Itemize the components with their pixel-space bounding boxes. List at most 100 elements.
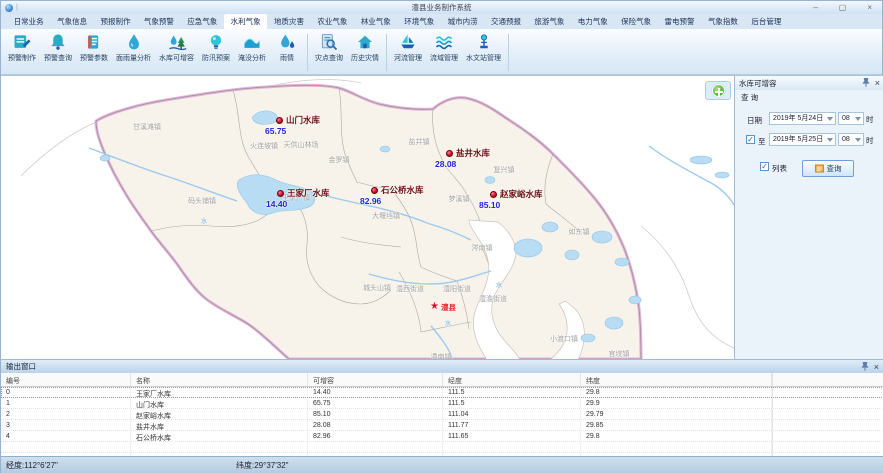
date-from-dropdown[interactable]: 2019年 5月24日 [769,112,836,125]
map-zoom-button[interactable] [705,81,731,100]
toolbar-item-flood-control-plan[interactable]: 防汛预案 [198,31,234,74]
to-date-checkbox[interactable]: ✓ [746,135,755,144]
toolbar-item-basin-management[interactable]: 流域管理 [426,31,462,74]
tab-tourism-weather[interactable]: 旅游气象 [528,14,571,29]
town-label: 火连坡镇 [250,141,278,151]
rain-icon [277,32,297,52]
tab-weather-warning[interactable]: 气象预警 [137,14,180,29]
pin-icon[interactable] [862,77,870,89]
table-cell-empty [308,442,443,452]
reservoir-marker-zhaojiayu[interactable] [490,191,497,198]
hour-from-dropdown[interactable]: 08 [838,112,864,125]
town-label: 小渡口镇 [550,334,578,344]
reservoir-name: 石公桥水库 [381,184,424,196]
tab-insurance-weather[interactable]: 保险气象 [614,14,657,29]
tab-emergency-weather[interactable]: 应急气象 [181,14,224,29]
table-cell: 盐井水库 [131,420,308,430]
toolbar-item-warning-production[interactable]: 预警制作 [4,31,40,74]
tab-weather-info[interactable]: 气象信息 [50,14,93,29]
table-row-filler [772,431,883,441]
reservoir-capacity-value: 82.96 [360,196,381,206]
zoom-plus-icon [712,84,725,97]
column-header-4[interactable]: 纬度 [581,373,772,386]
tab-urban-waterlogging[interactable]: 城市内涝 [441,14,484,29]
tab-water-conservancy-weather[interactable]: 水利气象 [224,14,267,29]
reservoir-capacity-value: 65.75 [265,126,286,136]
hour-to-dropdown[interactable]: 08 [838,133,864,146]
river-name-label: 水 [496,279,503,289]
output-title: 输出窗口 [6,361,861,372]
column-header-3[interactable]: 经度 [443,373,581,386]
search-document-icon [319,32,339,52]
column-header-2[interactable]: 可增容 [308,373,443,386]
reservoir-marker-shigongqiao[interactable] [371,187,378,194]
toolbar-item-inundation-analysis[interactable]: 淹没分析 [234,31,270,74]
toolbar-item-label: 预警参数 [80,53,108,63]
town-label: 澧西街道 [396,284,424,294]
close-icon[interactable]: × [874,362,879,372]
river-name-label: 水 [445,317,452,327]
tab-environment-weather[interactable]: 环境气象 [398,14,441,29]
date-from-value: 2019年 5月24日 [773,115,823,122]
tab-agriculture-weather[interactable]: 农业气象 [311,14,354,29]
tab-daily-business[interactable]: 日常业务 [7,14,50,29]
table-cell: 29.85 [581,420,772,430]
tab-forestry-weather[interactable]: 林业气象 [354,14,397,29]
reservoir-marker-wangjiachang[interactable] [277,190,284,197]
table-row[interactable]: 0王家厂水库14.40111.529.8 [1,387,883,398]
toolbar-item-areal-rainfall-analysis[interactable]: 面雨量分析 [112,31,155,74]
tab-geological-hazard[interactable]: 地质灾害 [267,14,310,29]
table-cell: 3 [1,420,131,430]
table-cell: 111.5 [443,398,581,408]
table-cell: 赵家峪水库 [131,409,308,419]
tab-lightning-warning[interactable]: 雷电预警 [658,14,701,29]
minimize-button[interactable]: – [813,1,817,14]
status-latitude: 纬度:29°37'32" [236,460,288,471]
town-label: 梦溪镇 [449,194,470,204]
table-header-row: 编号名称可增容经度纬度 [1,373,883,387]
table-cell-empty [581,442,772,452]
table-row[interactable]: 2赵家峪水库85.10111.0429.79 [1,409,883,420]
river-name-label: 水 [201,215,208,225]
column-header-1[interactable]: 名称 [131,373,308,386]
reservoir-marker-shanmen[interactable] [276,117,283,124]
maximize-button[interactable]: ▢ [839,1,847,14]
tab-forecast-production[interactable]: 预报制作 [94,14,137,29]
toolbar-item-disaster-point-query[interactable]: 灾点查询 [311,31,347,74]
toolbar-item-warning-params[interactable]: 预警参数 [76,31,112,74]
hour-from-value: 08 [842,115,850,122]
close-icon[interactable]: × [875,78,880,88]
tab-backend-management[interactable]: 后台管理 [745,14,788,29]
reservoir-name: 盐井水库 [456,147,490,159]
toolbar-item-rain-condition[interactable]: 雨情 [270,31,304,74]
town-label: 盐井镇 [409,137,430,147]
reservoir-name: 王家厂水库 [287,187,330,199]
toolbar-item-label: 预警制作 [8,53,36,63]
date-to-dropdown[interactable]: 2019年 5月25日 [769,133,836,146]
reservoir-marker-yanjing[interactable] [446,150,453,157]
map-canvas[interactable]: 甘溪滩镇火连坡镇天供山林场金罗镇盐井镇码头铺镇王家厂镇大堰垱镇复兴镇梦溪镇涔南镇… [1,75,734,359]
wave-icon [242,32,262,52]
table-row[interactable]: 3盐井水库28.08111.7729.85 [1,420,883,431]
toolbar-item-warning-query[interactable]: 预警查询 [40,31,76,74]
toolbar-item-reservoir-capacity[interactable]: 水库可增容 [155,31,198,74]
toolbar-item-disaster-history[interactable]: 历史灾情 [347,31,383,74]
table-row[interactable]: 1山门水库65.75111.529.9 [1,398,883,409]
pin-icon[interactable] [861,361,869,373]
reservoir-capacity-panel: 水库可增容 × 查 询 日期 2019年 5月24日 08 时 ✓ 至 2019… [734,75,883,359]
tab-weather-index[interactable]: 气象指数 [701,14,744,29]
table-row-filler [772,387,883,397]
toolbar-item-river-management[interactable]: 河流管理 [390,31,426,74]
town-label: 澧阳街道 [443,284,471,294]
table-row[interactable]: 4石公桥水库82.96111.6529.8 [1,431,883,442]
town-label: 码头铺镇 [188,196,216,206]
list-checkbox[interactable]: ✓ [760,162,769,171]
reservoir-capacity-value: 85.10 [479,200,500,210]
table-cell: 29.79 [581,409,772,419]
toolbar-item-hydrostation-management[interactable]: 水文站管理 [462,31,505,74]
close-button[interactable]: × [867,1,872,14]
column-header-0[interactable]: 编号 [1,373,131,386]
query-button[interactable]: 查询 [802,160,854,177]
tab-electric-power-weather[interactable]: 电力气象 [571,14,614,29]
tab-traffic-forecast[interactable]: 交通预报 [484,14,527,29]
